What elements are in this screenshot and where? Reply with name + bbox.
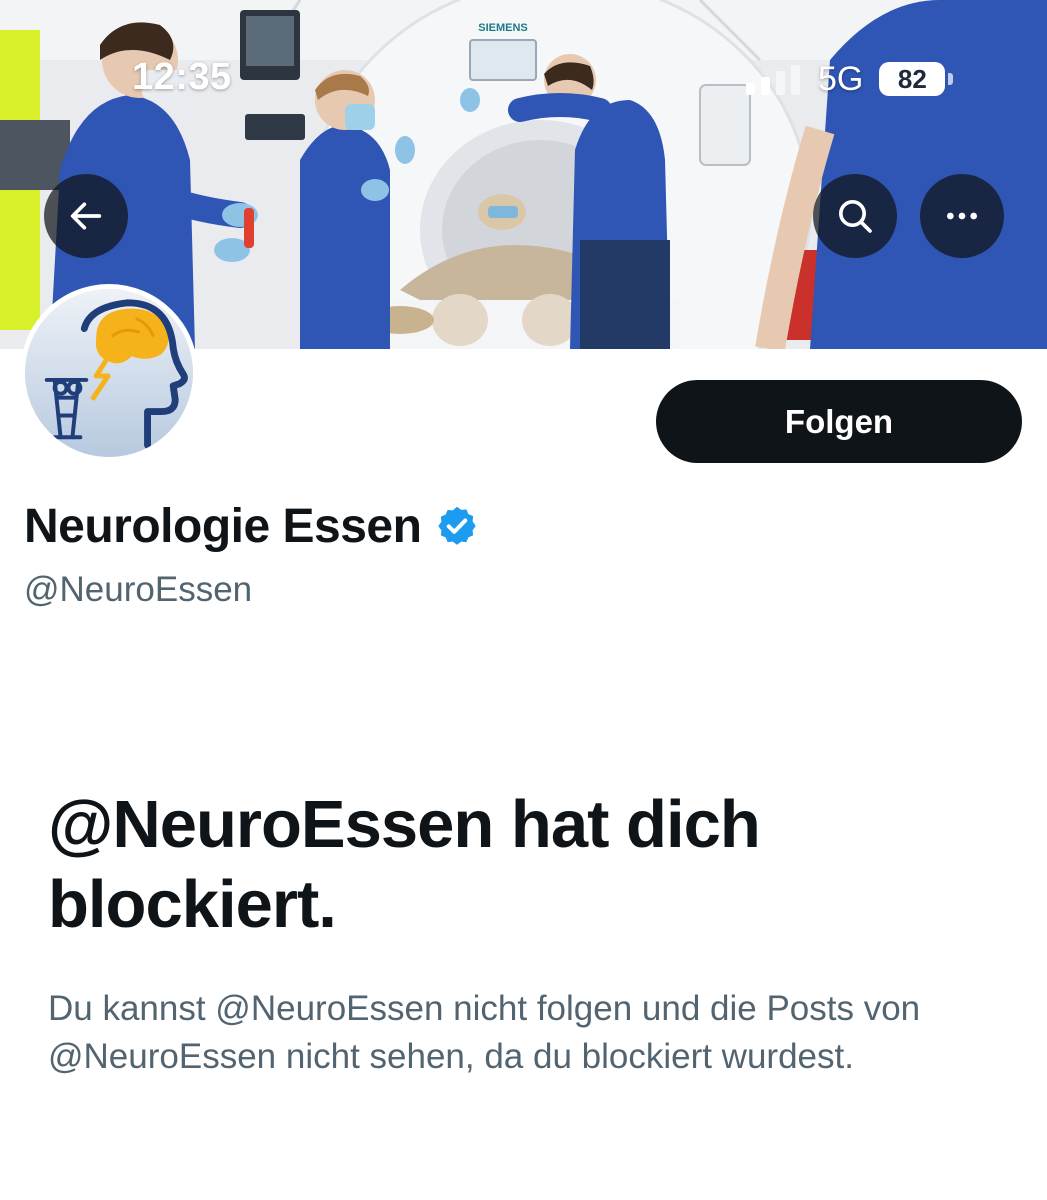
more-options-button[interactable]	[920, 174, 1004, 258]
cellular-signal-icon	[746, 63, 800, 95]
battery-icon: 82	[879, 62, 954, 96]
blocked-description: Du kannst @NeuroEssen nicht folgen und d…	[48, 989, 921, 1077]
blocked-title: @NeuroEssen hat dich blockiert.	[48, 787, 761, 942]
verified-badge-icon[interactable]	[435, 504, 479, 548]
status-time: 12:35	[132, 56, 232, 98]
network-type: 5G	[818, 59, 864, 98]
status-indicators: 5G 82	[746, 56, 954, 102]
search-button[interactable]	[813, 174, 897, 258]
follow-button[interactable]: Folgen	[656, 380, 1022, 463]
profile-avatar[interactable]	[20, 284, 198, 462]
more-horizontal-icon	[947, 212, 977, 220]
profile-handle: @NeuroEssen	[24, 570, 253, 609]
profile-display-name: Neurologie Essen	[24, 499, 422, 553]
battery-level: 82	[879, 62, 946, 96]
arrow-left-icon	[70, 202, 102, 230]
banner-photo: SIEMENS	[0, 0, 1047, 349]
neurology-logo-icon	[25, 289, 193, 457]
search-icon	[839, 200, 872, 233]
back-button[interactable]	[44, 174, 128, 258]
banner-brand-text: SIEMENS	[478, 22, 528, 34]
profile-banner[interactable]: SIEMENS 12:35 5G 82	[0, 0, 1047, 349]
profile-name-row: Neurologie Essen	[24, 496, 479, 556]
